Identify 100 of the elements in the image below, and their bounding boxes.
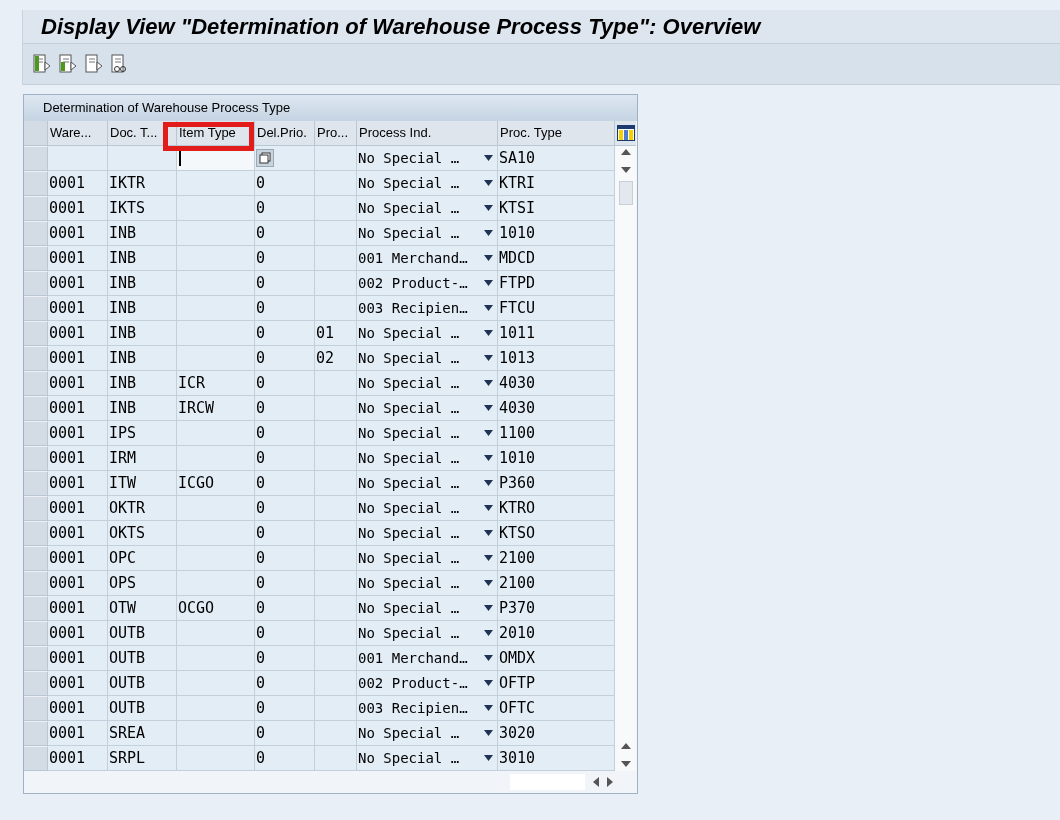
process-dropdown[interactable]: No Special …: [357, 396, 498, 421]
document-glasses-icon[interactable]: [111, 54, 129, 74]
table-cell: 02: [315, 346, 357, 371]
table-cell: 0001: [48, 321, 108, 346]
process-dropdown[interactable]: No Special …: [357, 421, 498, 446]
document-arrow-icon[interactable]: [59, 54, 77, 74]
row-selector-button[interactable]: [24, 446, 48, 471]
row-selector-button[interactable]: [24, 571, 48, 596]
document-arrow-icon[interactable]: [85, 54, 103, 74]
row-selector-button[interactable]: [24, 646, 48, 671]
column-header[interactable]: Pro...: [315, 121, 357, 146]
process-dropdown[interactable]: 002 Product-…: [357, 271, 498, 296]
row-selector-button[interactable]: [24, 371, 48, 396]
process-dropdown[interactable]: No Special …: [357, 346, 498, 371]
process-dropdown[interactable]: No Special …: [357, 196, 498, 221]
table-cell: [315, 546, 357, 571]
process-dropdown[interactable]: No Special …: [357, 546, 498, 571]
table-cell: [315, 221, 357, 246]
dropdown-caret-icon: [484, 480, 493, 486]
row-selector-button[interactable]: [24, 696, 48, 721]
table-cell: P370: [498, 596, 615, 621]
process-dropdown[interactable]: 003 Recipien…: [357, 296, 498, 321]
column-header[interactable]: Doc. T...: [108, 121, 177, 146]
row-selector-button[interactable]: [24, 746, 48, 771]
row-selector-button[interactable]: [24, 221, 48, 246]
table-cell: 0: [255, 646, 315, 671]
row-selector-button[interactable]: [24, 471, 48, 496]
column-settings-icon[interactable]: [616, 125, 635, 141]
process-dropdown[interactable]: No Special …: [357, 471, 498, 496]
column-header[interactable]: Proc. Type: [498, 121, 615, 146]
row-selector-button[interactable]: [24, 596, 48, 621]
row-selector-button[interactable]: [24, 296, 48, 321]
row-selector-button[interactable]: [24, 146, 48, 171]
process-dropdown[interactable]: No Special …: [357, 721, 498, 746]
process-dropdown[interactable]: No Special …: [357, 621, 498, 646]
row-selector-button[interactable]: [24, 546, 48, 571]
row-selector-button[interactable]: [24, 346, 48, 371]
column-header[interactable]: Ware...: [48, 121, 108, 146]
row-selector-button[interactable]: [24, 421, 48, 446]
row-selector-button[interactable]: [24, 171, 48, 196]
process-dropdown[interactable]: No Special …: [357, 596, 498, 621]
process-dropdown[interactable]: No Special …: [357, 521, 498, 546]
select-all-button[interactable]: [24, 121, 48, 146]
table-cell: SREA: [108, 721, 177, 746]
process-dropdown[interactable]: No Special …: [357, 371, 498, 396]
scroll-down-icon[interactable]: [620, 761, 631, 767]
row-selector-button[interactable]: [24, 621, 48, 646]
process-dropdown[interactable]: 001 Merchand…: [357, 646, 498, 671]
process-dropdown[interactable]: No Special …: [357, 146, 498, 171]
table-cell: 0001: [48, 221, 108, 246]
process-dropdown[interactable]: No Special …: [357, 446, 498, 471]
process-dropdown[interactable]: No Special …: [357, 746, 498, 771]
row-selector-button[interactable]: [24, 246, 48, 271]
process-dropdown[interactable]: 001 Merchand…: [357, 246, 498, 271]
process-dropdown[interactable]: No Special …: [357, 171, 498, 196]
dropdown-caret-icon: [484, 555, 493, 561]
table-cell: OUTB: [108, 621, 177, 646]
table-cell: 0: [255, 571, 315, 596]
scroll-right-icon[interactable]: [607, 777, 613, 787]
scroll-up-icon[interactable]: [620, 743, 631, 749]
dropdown-caret-icon: [484, 255, 493, 261]
dropdown-caret-icon: [484, 730, 493, 736]
process-dropdown[interactable]: No Special …: [357, 321, 498, 346]
scroll-thumb[interactable]: [618, 181, 633, 205]
row-selector-button[interactable]: [24, 521, 48, 546]
document-arrow-icon[interactable]: [33, 54, 51, 74]
process-dropdown[interactable]: No Special …: [357, 496, 498, 521]
process-dropdown[interactable]: No Special …: [357, 571, 498, 596]
row-selector-button[interactable]: [24, 496, 48, 521]
scroll-up-icon[interactable]: [620, 149, 631, 155]
table-cell: 0001: [48, 471, 108, 496]
table-cell: 0: [255, 721, 315, 746]
value-help-button[interactable]: [256, 149, 274, 167]
row-selector-button[interactable]: [24, 271, 48, 296]
process-dropdown[interactable]: 002 Product-…: [357, 671, 498, 696]
table-cell: INB: [108, 221, 177, 246]
scroll-left-icon[interactable]: [593, 777, 599, 787]
table-cell: [315, 446, 357, 471]
table-cell: SA10: [498, 146, 615, 171]
column-header[interactable]: Del.Prio.: [255, 121, 315, 146]
table-cell: 0001: [48, 371, 108, 396]
table-cell: 0: [255, 521, 315, 546]
row-selector-button[interactable]: [24, 196, 48, 221]
process-dropdown[interactable]: 003 Recipien…: [357, 696, 498, 721]
dropdown-caret-icon: [484, 230, 493, 236]
table-cell: OCGO: [177, 596, 255, 621]
table-cell: ITW: [108, 471, 177, 496]
table-cell: [315, 196, 357, 221]
table-cell: OTW: [108, 596, 177, 621]
table-cell: 0001: [48, 446, 108, 471]
table-cell: 01: [315, 321, 357, 346]
column-header[interactable]: Process Ind.: [357, 121, 498, 146]
row-selector-button[interactable]: [24, 321, 48, 346]
scroll-down-icon[interactable]: [620, 167, 631, 173]
row-selector-button[interactable]: [24, 721, 48, 746]
vertical-scrollbar[interactable]: [615, 146, 636, 771]
row-selector-button[interactable]: [24, 396, 48, 421]
table-cell: 4030: [498, 396, 615, 421]
row-selector-button[interactable]: [24, 671, 48, 696]
process-dropdown[interactable]: No Special …: [357, 221, 498, 246]
